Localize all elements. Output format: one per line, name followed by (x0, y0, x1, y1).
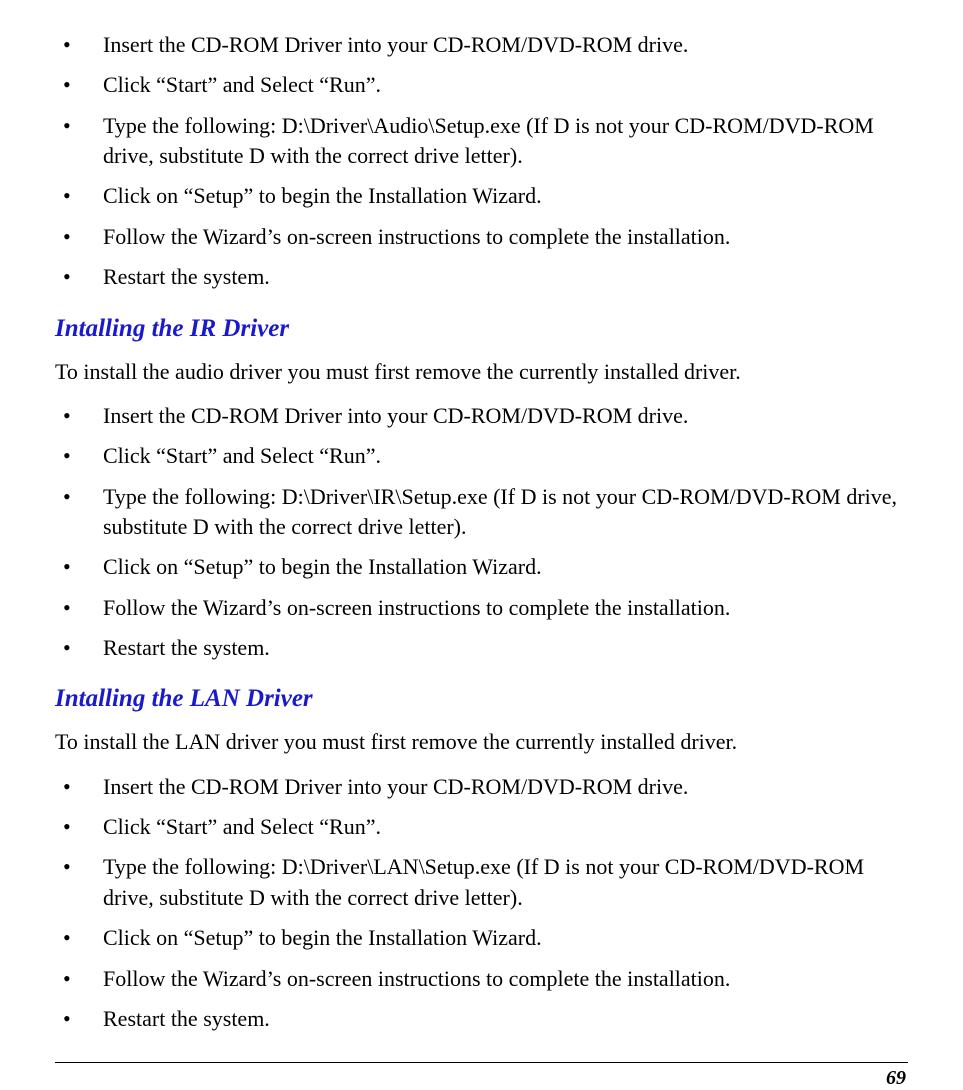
page-content: Insert the CD-ROM Driver into your CD-RO… (55, 30, 908, 1052)
list-item: Type the following: D:\Driver\Audio\Setu… (55, 111, 908, 172)
list-item: Type the following: D:\Driver\LAN\Setup.… (55, 852, 908, 913)
list-item: Click “Start” and Select “Run”. (55, 812, 908, 842)
bullet-list-ir: Insert the CD-ROM Driver into your CD-RO… (55, 401, 908, 664)
list-item: Restart the system. (55, 633, 908, 663)
list-item: Insert the CD-ROM Driver into your CD-RO… (55, 30, 908, 60)
footer-rule (55, 1062, 908, 1063)
list-item: Click on “Setup” to begin the Installati… (55, 552, 908, 582)
section-intro-ir: To install the audio driver you must fir… (55, 357, 908, 387)
list-item: Click “Start” and Select “Run”. (55, 441, 908, 471)
page-footer: 69 (55, 1052, 908, 1090)
bullet-list-lan: Insert the CD-ROM Driver into your CD-RO… (55, 772, 908, 1035)
list-item: Follow the Wizard’s on-screen instructio… (55, 593, 908, 623)
bullet-list-audio: Insert the CD-ROM Driver into your CD-RO… (55, 30, 908, 293)
list-item: Insert the CD-ROM Driver into your CD-RO… (55, 401, 908, 431)
document-page: Insert the CD-ROM Driver into your CD-RO… (0, 0, 963, 971)
list-item: Restart the system. (55, 262, 908, 292)
page-number: 69 (55, 1067, 908, 1090)
list-item: Click on “Setup” to begin the Installati… (55, 923, 908, 953)
section-intro-lan: To install the LAN driver you must first… (55, 727, 908, 757)
list-item: Restart the system. (55, 1004, 908, 1034)
list-item: Follow the Wizard’s on-screen instructio… (55, 964, 908, 994)
list-item: Type the following: D:\Driver\IR\Setup.e… (55, 482, 908, 543)
list-item: Click “Start” and Select “Run”. (55, 70, 908, 100)
list-item: Follow the Wizard’s on-screen instructio… (55, 222, 908, 252)
list-item: Click on “Setup” to begin the Installati… (55, 181, 908, 211)
section-heading-ir: Intalling the IR Driver (55, 315, 908, 343)
section-heading-lan: Intalling the LAN Driver (55, 685, 908, 713)
list-item: Insert the CD-ROM Driver into your CD-RO… (55, 772, 908, 802)
